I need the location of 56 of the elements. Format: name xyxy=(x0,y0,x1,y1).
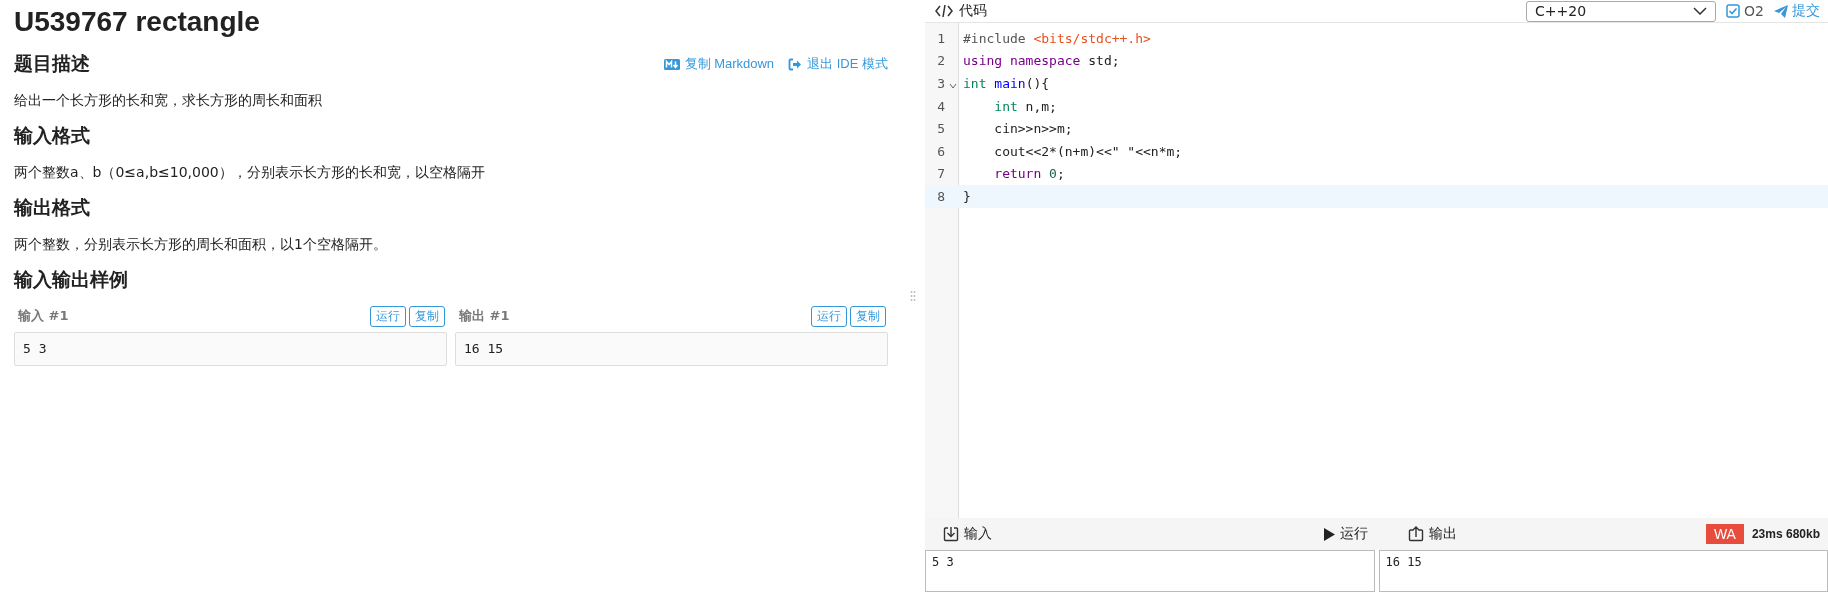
sample-button[interactable]: 运行 xyxy=(370,305,406,327)
line-number: 2 xyxy=(936,53,945,69)
input-box[interactable]: 5 3 xyxy=(925,550,1375,592)
editor-title: 代码 xyxy=(959,2,987,20)
download-icon xyxy=(943,526,959,542)
run-stats: 23ms 680kb xyxy=(1751,527,1820,541)
section-text: 两个整数a、b（0≤a,b≤10,000），分别表示长方形的长和宽，以空格隔开 xyxy=(14,163,486,182)
sample-label: 输入 #1 xyxy=(18,307,69,325)
code-line: cin>>n>>m; xyxy=(993,121,1073,137)
play-icon xyxy=(1324,527,1335,541)
output-tab[interactable]: 输出 xyxy=(1402,525,1463,543)
line-number: 1 xyxy=(936,30,945,46)
section-text: 两个整数，分别表示长方形的周长和面积，以1个空格隔开。 xyxy=(14,235,388,254)
code-line: int main(){ xyxy=(962,76,1050,91)
sample-box: 16 15 xyxy=(455,332,888,366)
send-icon xyxy=(1774,4,1788,18)
line-number: 3 xyxy=(936,76,945,91)
language-select[interactable]: C++20 xyxy=(1526,0,1717,22)
submit-button[interactable]: 提交 xyxy=(1774,2,1820,20)
code-line: cout<<2*(n+m)<<" "<<n*m; xyxy=(993,143,1183,159)
verdict-badge: WA xyxy=(1705,524,1744,544)
markdown-icon xyxy=(663,58,680,70)
code-line: } xyxy=(962,188,971,204)
input-tab[interactable]: 输入 xyxy=(937,525,998,543)
sample-label: 输出 #1 xyxy=(459,307,510,325)
code-line: #include <bits/stdc++.h> xyxy=(962,30,1151,46)
exit-icon xyxy=(788,57,803,71)
section-heading: 输入输出样例 xyxy=(14,267,128,292)
fold-icon[interactable] xyxy=(949,83,957,89)
output-box: 16 15 xyxy=(1378,550,1828,592)
section-heading: 题目描述 xyxy=(14,51,90,76)
line-number: 8 xyxy=(936,188,945,204)
drag-handle-icon[interactable] xyxy=(909,290,916,302)
checkbox[interactable] xyxy=(1726,4,1741,18)
code-line: using namespace std; xyxy=(962,53,1120,69)
line-number: 4 xyxy=(936,98,945,114)
o2-checkbox[interactable]: O2 xyxy=(1726,3,1764,19)
upload-icon xyxy=(1408,526,1424,542)
line-number: 6 xyxy=(936,143,945,159)
code-icon xyxy=(935,5,953,17)
line-number: 7 xyxy=(936,166,945,182)
sample-box: 5 3 xyxy=(14,332,447,366)
section-heading: 输入格式 xyxy=(14,123,90,148)
sample-button[interactable]: 复制 xyxy=(850,305,886,327)
section-heading: 输出格式 xyxy=(14,195,90,220)
sample-button[interactable]: 运行 xyxy=(811,305,847,327)
code-line: int n,m; xyxy=(993,98,1057,114)
sample-button[interactable]: 复制 xyxy=(409,305,445,327)
section-text: 给出一个长方形的长和宽，求长方形的周长和面积 xyxy=(14,91,323,110)
line-number: 5 xyxy=(936,121,945,137)
problem-title: U539767 rectangle xyxy=(14,6,261,38)
code-line: return 0; xyxy=(993,166,1065,182)
copy-markdown-link[interactable]: 复制 Markdown xyxy=(663,55,775,73)
run-button[interactable]: 运行 xyxy=(1318,525,1374,543)
exit-ide-link[interactable]: 退出 IDE 模式 xyxy=(788,55,888,73)
chevron-down-icon xyxy=(1693,7,1708,15)
